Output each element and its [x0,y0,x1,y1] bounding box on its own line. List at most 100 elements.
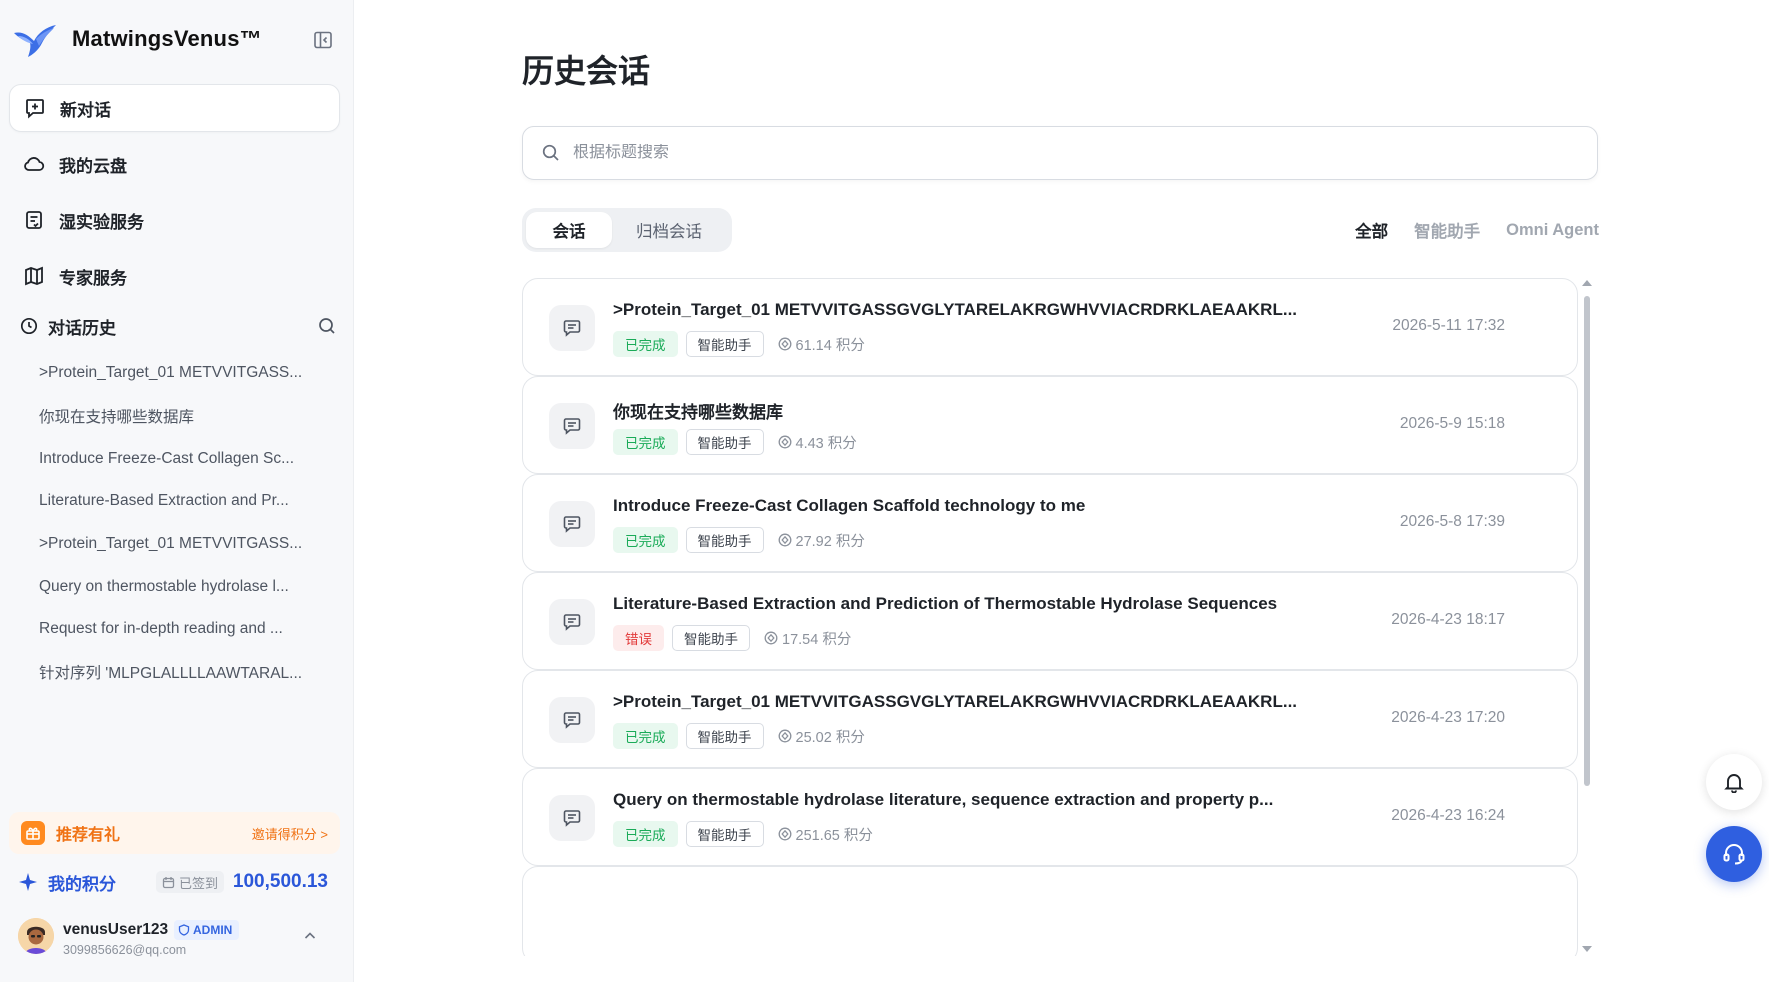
avatar [18,918,54,954]
type-tag: 智能助手 [685,723,764,749]
username: venusUser123 [63,921,169,938]
history-list: >Protein_Target_01 METVVITGASS... 你现在支持哪… [27,352,327,694]
chat-bubble-icon [549,501,595,547]
cost-value: 25.02 积分 [795,729,865,746]
customer-support-button[interactable] [1706,826,1762,882]
conversation-meta: 错误 智能助手 17.54 积分 [613,625,851,651]
conversation-card[interactable]: Query on thermostable hydrolase literatu… [522,768,1578,866]
filter-assistant[interactable]: 智能助手 [1414,218,1480,242]
status-badge: 已完成 [613,527,678,553]
referral-banner[interactable]: 推荐有礼 邀请得积分 > [9,812,340,854]
notification-button[interactable] [1706,754,1762,810]
conversation-title: 你现在支持哪些数据库 [613,403,783,422]
status-badge: 错误 [613,625,664,651]
nav-label: 我的云盘 [59,156,127,176]
referral-label: 推荐有礼 [56,827,121,844]
scroll-down-icon[interactable] [1582,946,1592,952]
status-badge: 已完成 [613,331,678,357]
history-item[interactable]: Request for in-depth reading and ... [27,608,327,651]
conversation-meta: 已完成 智能助手 25.02 积分 [613,723,865,749]
plus-square-icon [23,96,47,120]
cost-value: 251.65 积分 [795,827,873,844]
tab-conversations[interactable]: 会话 [526,212,612,248]
conversation-card[interactable] [522,866,1578,956]
conversation-title: >Protein_Target_01 METVVITGASSGVGLYTAREL… [613,300,1298,319]
cost-value: 17.54 积分 [782,631,852,648]
nav-my-cloud[interactable]: 我的云盘 [9,140,340,188]
conversation-meta: 已完成 智能助手 251.65 积分 [613,821,873,847]
search-icon [542,144,559,161]
cost: 251.65 积分 [778,824,873,845]
history-item[interactable]: Query on thermostable hydrolase l... [27,565,327,608]
cost-value: 4.43 积分 [795,435,857,452]
conversation-title: >Protein_Target_01 METVVITGASSGVGLYTAREL… [613,692,1298,711]
status-badge: 已完成 [613,429,678,455]
conversation-card[interactable]: >Protein_Target_01 METVVITGASSGVGLYTAREL… [522,278,1578,376]
coin-icon [778,337,791,351]
conversation-card[interactable]: >Protein_Target_01 METVVITGASSGVGLYTAREL… [522,670,1578,768]
sparkle-icon [19,873,37,891]
search-input[interactable] [573,144,1573,162]
calendar-icon [162,876,175,888]
points-value: 100,500.13 [232,871,328,892]
search-box[interactable] [522,126,1598,180]
scroll-thumb[interactable] [1584,296,1590,786]
conversation-meta: 已完成 智能助手 27.92 积分 [613,527,865,553]
conversation-time: 2026-5-11 17:32 [1392,317,1505,334]
filter-tabs: 全部 智能助手 Omni Agent [1355,218,1599,242]
coin-icon [778,827,791,841]
checkin-badge[interactable]: 已签到 [156,871,225,893]
conversation-time: 2026-4-23 17:20 [1391,709,1505,726]
cost: 61.14 积分 [778,334,865,355]
sidebar-collapse-button[interactable] [310,28,336,52]
admin-badge-label: ADMIN [193,923,233,937]
conversation-card[interactable]: Literature-Based Extraction and Predicti… [522,572,1578,670]
sidebar: MatwingsVenus™ 新对话 我的云盘 湿实验服务 专家服务 对话历史 … [0,0,354,982]
conversation-card[interactable]: 你现在支持哪些数据库 已完成 智能助手 4.43 积分 2026-5-9 15:… [522,376,1578,474]
app-root: MatwingsVenus™ 新对话 我的云盘 湿实验服务 专家服务 对话历史 … [0,0,1769,982]
cost: 4.43 积分 [778,432,857,453]
points-label: 我的积分 [48,874,116,894]
tab-archived[interactable]: 归档会话 [612,212,726,248]
conversation-time: 2026-4-23 16:24 [1391,807,1505,824]
chevron-up-icon[interactable] [302,928,318,944]
conversation-list: >Protein_Target_01 METVVITGASSGVGLYTAREL… [522,278,1578,956]
history-item[interactable]: Introduce Freeze-Cast Collagen Sc... [27,437,327,480]
coin-icon [778,729,791,743]
filter-omni-agent[interactable]: Omni Agent [1506,221,1599,240]
nav-expert[interactable]: 专家服务 [9,252,340,300]
conversation-meta: 已完成 智能助手 61.14 积分 [613,331,865,357]
filter-all[interactable]: 全部 [1355,218,1388,242]
user-profile[interactable]: venusUser123 ADMIN 3099856626@qq.com [18,912,340,962]
cloud-icon [22,152,46,176]
history-search-icon[interactable] [316,315,338,337]
type-tag: 智能助手 [685,429,764,455]
chat-bubble-icon [549,305,595,351]
brand[interactable]: MatwingsVenus™ [12,18,262,60]
status-badge: 已完成 [613,821,678,847]
history-item[interactable]: >Protein_Target_01 METVVITGASS... [27,523,327,566]
history-item[interactable]: 针对序列 'MLPGLALLLLAAWTARAL... [27,651,327,694]
nav-new-chat[interactable]: 新对话 [9,84,340,132]
cost: 17.54 积分 [764,628,851,649]
cost-value: 27.92 积分 [795,533,865,550]
history-item[interactable]: >Protein_Target_01 METVVITGASS... [27,352,327,395]
shield-icon [178,924,190,936]
nav-wet-lab[interactable]: 湿实验服务 [9,196,340,244]
nav-label: 专家服务 [59,268,127,288]
referral-invite-link[interactable]: 邀请得积分 > [252,824,328,843]
bell-icon [1724,774,1744,793]
history-item[interactable]: 你现在支持哪些数据库 [27,395,327,438]
list-scrollbar[interactable] [1582,280,1592,956]
points-row: 我的积分 已签到 100,500.13 [18,862,340,902]
history-item[interactable]: Literature-Based Extraction and Pr... [27,480,327,523]
scroll-up-icon[interactable] [1582,280,1592,286]
conversation-card[interactable]: Introduce Freeze-Cast Collagen Scaffold … [522,474,1578,572]
type-tag: 智能助手 [672,625,750,651]
type-tag: 智能助手 [685,527,764,553]
conversation-meta: 已完成 智能助手 4.43 积分 [613,429,857,455]
chat-bubble-icon [549,403,595,449]
history-header: 对话历史 [20,312,340,340]
chat-bubble-icon [549,697,595,743]
map-icon [22,264,46,288]
